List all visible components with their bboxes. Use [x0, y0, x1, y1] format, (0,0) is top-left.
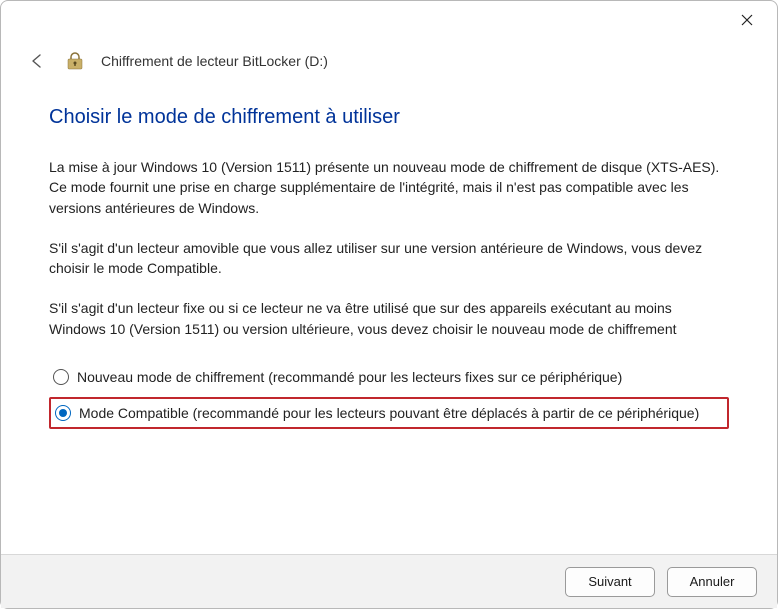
description-para-2: S'il s'agit d'un lecteur amovible que vo…	[49, 238, 729, 279]
cancel-button[interactable]: Annuler	[667, 567, 757, 597]
window-title: Chiffrement de lecteur BitLocker (D:)	[101, 53, 328, 69]
page-heading: Choisir le mode de chiffrement à utilise…	[49, 106, 729, 129]
close-icon	[741, 13, 753, 29]
radio-new-mode-label: Nouveau mode de chiffrement (recommandé …	[77, 369, 622, 385]
description-para-3: S'il s'agit d'un lecteur fixe ou si ce l…	[49, 298, 729, 339]
next-button[interactable]: Suivant	[565, 567, 655, 597]
radio-new-mode[interactable]: Nouveau mode de chiffrement (recommandé …	[49, 363, 729, 391]
back-button[interactable]	[25, 49, 49, 73]
radio-icon	[53, 369, 69, 385]
radio-compatible-mode[interactable]: Mode Compatible (recommandé pour les lec…	[49, 397, 729, 429]
bitlocker-icon	[65, 51, 85, 71]
radio-compatible-mode-label: Mode Compatible (recommandé pour les lec…	[79, 405, 699, 421]
content-area: Choisir le mode de chiffrement à utilise…	[49, 106, 729, 429]
radio-icon	[55, 405, 71, 421]
radio-dot-icon	[59, 409, 67, 417]
close-button[interactable]	[729, 7, 765, 35]
button-bar: Suivant Annuler	[1, 554, 777, 608]
header: Chiffrement de lecteur BitLocker (D:)	[25, 49, 753, 73]
description-para-1: La mise à jour Windows 10 (Version 1511)…	[49, 157, 729, 218]
encryption-mode-radio-group: Nouveau mode de chiffrement (recommandé …	[49, 363, 729, 429]
arrow-left-icon	[28, 52, 46, 70]
